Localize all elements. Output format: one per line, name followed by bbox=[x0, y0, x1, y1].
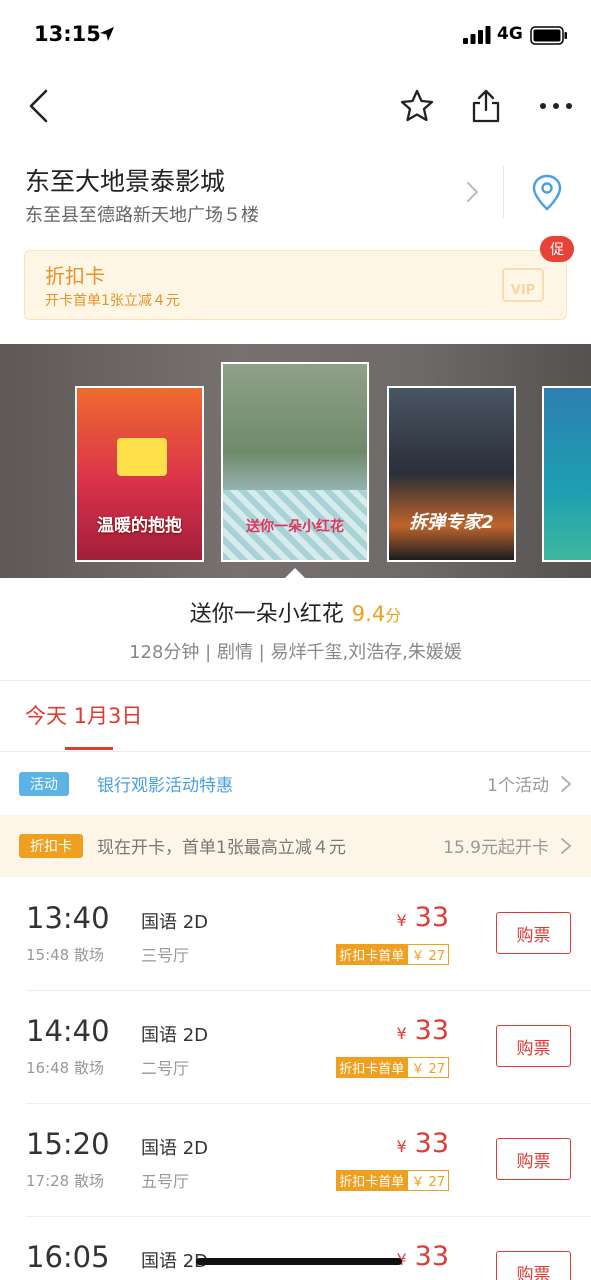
status-bar: 13:15 4G bbox=[0, 0, 591, 70]
movie-score-unit: 分 bbox=[385, 606, 402, 625]
showtime-hall: 三号厅 bbox=[141, 946, 190, 965]
showtime-start: 14:40 bbox=[26, 1014, 110, 1048]
showtime-hall: 二号厅 bbox=[141, 1059, 190, 1078]
movie-poster-strip[interactable]: 温暖的抱抱 送你一朵小红花 拆弹专家2 bbox=[0, 344, 591, 578]
poster-title: 温暖的抱抱 bbox=[97, 516, 182, 536]
map-pin-icon[interactable] bbox=[530, 174, 564, 212]
chevron-right-icon bbox=[561, 776, 572, 792]
more-icon bbox=[540, 103, 572, 109]
movie-poster[interactable]: 拆弹专家2 bbox=[387, 386, 516, 562]
discount-card-banner[interactable]: 折扣卡 开卡首单1张立减４元 VIP bbox=[24, 250, 567, 320]
chevron-right-icon bbox=[467, 182, 479, 202]
more-button[interactable] bbox=[536, 86, 576, 126]
showtime-end: 16:48 散场 bbox=[26, 1059, 104, 1077]
showtime-language: 国语 2D bbox=[141, 1025, 209, 1046]
discount-card-text: 现在开卡，首单1张最高立减４元 bbox=[97, 838, 346, 858]
date-tab-indicator bbox=[65, 747, 113, 750]
discount-card-title: 折扣卡 bbox=[45, 264, 105, 288]
showtime-language: 国语 2D bbox=[141, 912, 209, 933]
nav-bar bbox=[0, 80, 591, 130]
movie-title: 送你一朵小红花 bbox=[189, 602, 344, 627]
showtime-row[interactable]: 14:40 16:48 散场 国语 2D 二号厅 ¥33 折扣卡首单 ￥ 27 购… bbox=[0, 991, 591, 1104]
share-button[interactable] bbox=[466, 86, 506, 126]
movie-meta: 128分钟 | 剧情 | 易烊千玺,刘浩存,朱媛媛 bbox=[129, 642, 462, 663]
discount-card-price-tag: 折扣卡首单 ￥ 27 bbox=[336, 1057, 449, 1078]
chevron-right-icon bbox=[561, 838, 572, 854]
divider bbox=[0, 751, 591, 752]
showtime-row[interactable]: 13:40 15:48 散场 国语 2D 三号厅 ¥33 折扣卡首单 ￥ 27 购… bbox=[0, 878, 591, 991]
back-button[interactable] bbox=[18, 86, 58, 126]
poster-title: 送你一朵小红花 bbox=[246, 519, 344, 535]
buy-ticket-button[interactable]: 购票 bbox=[496, 1025, 571, 1067]
activity-row[interactable]: 活动 银行观影活动特惠 1个活动 bbox=[0, 753, 591, 815]
divider bbox=[0, 680, 591, 681]
discount-card-price-tag: 折扣卡首单 ￥ 27 bbox=[336, 944, 449, 965]
cinema-header[interactable]: 东至大地景泰影城 东至县至德路新天地广场５楼 bbox=[0, 158, 591, 234]
divider bbox=[503, 166, 504, 218]
showtime-language: 国语 2D bbox=[141, 1138, 209, 1159]
showtime-start: 13:40 bbox=[26, 901, 110, 935]
discount-card-row[interactable]: 折扣卡 现在开卡，首单1张最高立减４元 15.9元起开卡 bbox=[0, 815, 591, 877]
discount-card-price: 15.9元起开卡 bbox=[443, 838, 549, 858]
status-time: 13:15 bbox=[34, 22, 101, 46]
discount-card-tag: 折扣卡 bbox=[19, 834, 83, 858]
discount-card-price-tag: 折扣卡首单 ￥ 27 bbox=[336, 1170, 449, 1191]
battery-icon bbox=[530, 26, 567, 45]
showtime-row[interactable]: 16:05 国语 2D ¥33 购票 bbox=[0, 1217, 591, 1280]
movie-score: 9.4 bbox=[351, 602, 386, 626]
cinema-name: 东至大地景泰影城 bbox=[25, 167, 226, 196]
showtime-end: 17:28 散场 bbox=[26, 1172, 104, 1190]
selected-poster-indicator bbox=[284, 568, 306, 579]
buy-ticket-button[interactable]: 购票 bbox=[496, 912, 571, 954]
discount-card-subtitle: 开卡首单1张立减４元 bbox=[45, 293, 180, 309]
movie-poster-selected[interactable]: 送你一朵小红花 bbox=[221, 362, 369, 562]
showtime-start: 15:20 bbox=[26, 1127, 110, 1161]
movie-poster[interactable]: 温暖的抱抱 bbox=[75, 386, 204, 562]
poster-title: 拆弹专家2 bbox=[409, 512, 494, 533]
share-icon bbox=[472, 89, 500, 123]
showtime-price: ¥33 bbox=[396, 1015, 449, 1046]
showtime-price: ¥33 bbox=[396, 902, 449, 933]
buy-ticket-button[interactable]: 购票 bbox=[496, 1251, 571, 1280]
showtime-start: 16:05 bbox=[26, 1240, 110, 1274]
home-indicator bbox=[196, 1258, 402, 1265]
showtime-price: ¥33 bbox=[396, 1241, 449, 1272]
movie-info: 送你一朵小红花 9.4分 128分钟 | 剧情 | 易烊千玺,刘浩存,朱媛媛 bbox=[0, 596, 591, 664]
activity-text: 银行观影活动特惠 bbox=[97, 776, 233, 796]
activity-tag: 活动 bbox=[19, 772, 69, 796]
showtime-end: 15:48 散场 bbox=[26, 946, 104, 964]
cinema-address: 东至县至德路新天地广场５楼 bbox=[25, 205, 259, 226]
favorite-button[interactable] bbox=[397, 86, 437, 126]
showtime-price: ¥33 bbox=[396, 1128, 449, 1159]
activity-count: 1个活动 bbox=[487, 776, 549, 796]
buy-ticket-button[interactable]: 购票 bbox=[496, 1138, 571, 1180]
vip-card-icon: VIP bbox=[502, 268, 544, 302]
showtime-row[interactable]: 15:20 17:28 散场 国语 2D 五号厅 ¥33 折扣卡首单 ￥ 27 购… bbox=[0, 1104, 591, 1217]
star-icon bbox=[400, 89, 434, 122]
promo-badge: 促 bbox=[540, 236, 574, 262]
signal-icon bbox=[463, 26, 491, 44]
back-icon bbox=[29, 89, 48, 123]
location-arrow-icon bbox=[100, 27, 114, 41]
network-type: 4G bbox=[497, 24, 523, 44]
date-tab-today[interactable]: 今天 1月3日 bbox=[25, 700, 142, 730]
showtime-hall: 五号厅 bbox=[141, 1172, 190, 1191]
movie-poster[interactable] bbox=[542, 386, 591, 562]
